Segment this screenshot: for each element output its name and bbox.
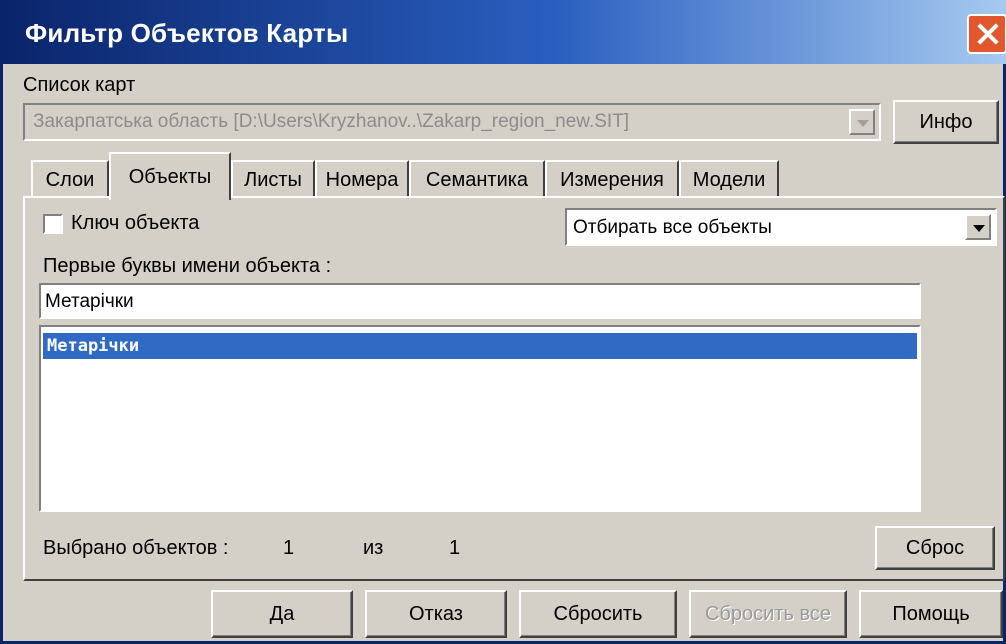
list-item[interactable]: Метарічки	[43, 333, 917, 359]
of-label: из	[363, 537, 384, 559]
chevron-down-icon[interactable]	[965, 214, 991, 240]
tab-objects[interactable]: Объекты	[109, 152, 231, 200]
object-key-checkbox[interactable]	[43, 214, 63, 234]
reset-all-button: Сбросить все	[689, 590, 847, 638]
map-select-value: Закарпатська область [D:\Users\Kryzhanov…	[33, 111, 630, 132]
window-title: Фильтр Объектов Карты	[25, 18, 349, 48]
tab-semantics[interactable]: Семантика	[409, 160, 545, 198]
tab-models[interactable]: Модели	[679, 160, 779, 198]
tab-numbers[interactable]: Номера	[315, 160, 409, 198]
selected-count-label: Выбрано объектов :	[43, 537, 229, 559]
first-letters-value: Метарічки	[45, 291, 134, 312]
first-letters-label: Первые буквы имени объекта :	[43, 255, 332, 277]
dialog-window: Фильтр Объектов Карты Список карт Закарп…	[0, 0, 1006, 644]
close-icon[interactable]	[967, 14, 1006, 54]
title-bar[interactable]: Фильтр Объектов Карты	[3, 0, 1006, 64]
ok-button[interactable]: Да	[211, 590, 353, 638]
chevron-down-icon	[849, 109, 875, 135]
filter-mode-value: Отбирать все объекты	[573, 217, 772, 238]
tab-layers[interactable]: Слои	[31, 160, 109, 198]
maps-label: Список карт	[23, 74, 136, 96]
help-button[interactable]: Помощь	[859, 590, 1003, 638]
reset-selection-button[interactable]: Сброс	[875, 526, 995, 570]
tab-measurements[interactable]: Измерения	[545, 160, 679, 198]
first-letters-input[interactable]: Метарічки	[39, 283, 921, 319]
map-select: Закарпатська область [D:\Users\Kryzhanov…	[23, 103, 881, 141]
selected-count-value: 1	[283, 537, 295, 559]
cancel-button[interactable]: Отказ	[365, 590, 507, 638]
info-button[interactable]: Инфо	[893, 100, 999, 144]
tab-sheets[interactable]: Листы	[231, 160, 315, 198]
objects-list[interactable]: Метарічки	[39, 325, 921, 512]
total-count-value: 1	[449, 537, 461, 559]
filter-mode-select[interactable]: Отбирать все объекты	[565, 208, 997, 246]
object-key-label: Ключ объекта	[71, 212, 200, 234]
reset-button[interactable]: Сбросить	[519, 590, 677, 638]
